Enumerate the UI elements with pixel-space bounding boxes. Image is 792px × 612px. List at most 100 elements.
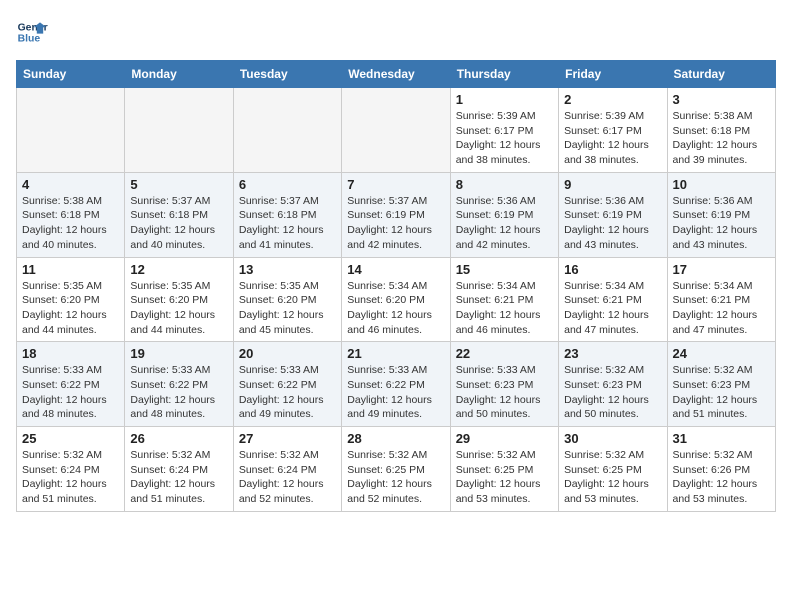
calendar-cell: 18Sunrise: 5:33 AM Sunset: 6:22 PM Dayli… xyxy=(17,342,125,427)
weekday-header-monday: Monday xyxy=(125,61,233,88)
day-info: Sunrise: 5:33 AM Sunset: 6:22 PM Dayligh… xyxy=(239,363,336,422)
calendar-cell: 25 Sunrise: 5:32 AM Sunset: 6:24 PM Dayli… xyxy=(17,427,125,512)
day-info: Sunrise: 5:35 AM Sunset: 6:20 PM Dayligh… xyxy=(22,279,119,338)
day-number: 23 xyxy=(564,346,661,361)
day-info: Sunrise: 5:39 AM Sunset: 6:17 PM Dayligh… xyxy=(564,109,661,168)
day-info: Sunrise: 5:32 AM Sunset: 6:24 PM Dayligh… xyxy=(130,448,227,507)
day-number: 11 xyxy=(22,262,119,277)
weekday-header-row: SundayMondayTuesdayWednesdayThursdayFrid… xyxy=(17,61,776,88)
weekday-header-saturday: Saturday xyxy=(667,61,775,88)
calendar-cell: 13 Sunrise: 5:35 AM Sunset: 6:20 PM Dayli… xyxy=(233,257,341,342)
weekday-header-friday: Friday xyxy=(559,61,667,88)
day-info: Sunrise: 5:33 AM Sunset: 6:23 PM Dayligh… xyxy=(456,363,553,422)
day-info: Sunrise: 5:32 AM Sunset: 6:23 PM Dayligh… xyxy=(673,363,770,422)
day-number: 3 xyxy=(673,92,770,107)
logo: General Blue xyxy=(16,16,48,48)
day-number: 2 xyxy=(564,92,661,107)
day-info: Sunrise: 5:35 AM Sunset: 6:20 PM Dayligh… xyxy=(130,279,227,338)
calendar-cell: 11 Sunrise: 5:35 AM Sunset: 6:20 PM Dayli… xyxy=(17,257,125,342)
day-info: Sunrise: 5:38 AM Sunset: 6:18 PM Dayligh… xyxy=(22,194,119,253)
day-info: Sunrise: 5:32 AM Sunset: 6:24 PM Dayligh… xyxy=(239,448,336,507)
day-info: Sunrise: 5:37 AM Sunset: 6:18 PM Dayligh… xyxy=(130,194,227,253)
calendar-week-4: 18 Sunrise: 5:33 AM Sunset: 6:22 PM Dayli… xyxy=(17,342,776,427)
day-number: 14 xyxy=(347,262,444,277)
day-info: Sunrise: 5:32 AM Sunset: 6:25 PM Dayligh… xyxy=(456,448,553,507)
calendar-cell xyxy=(17,88,125,173)
day-number: 25 xyxy=(22,431,119,446)
day-number: 8 xyxy=(456,177,553,192)
calendar-cell: 15 Sunrise: 5:34 AM Sunset: 6:21 PM Dayli… xyxy=(450,257,558,342)
day-number: 5 xyxy=(130,177,227,192)
calendar-cell: 24 Sunrise: 5:32 AM Sunset: 6:23 PM Dayli… xyxy=(667,342,775,427)
day-info: Sunrise: 5:38 AM Sunset: 6:18 PM Dayligh… xyxy=(673,109,770,168)
day-number: 30 xyxy=(564,431,661,446)
calendar-cell: 9 Sunrise: 5:36 AM Sunset: 6:19 PM Daylig… xyxy=(559,172,667,257)
calendar-cell xyxy=(125,88,233,173)
day-number: 17 xyxy=(673,262,770,277)
logo-icon: General Blue xyxy=(16,16,48,48)
calendar-cell: 12Sunrise: 5:35 AM Sunset: 6:20 PM Dayli… xyxy=(125,257,233,342)
calendar-cell: 10 Sunrise: 5:36 AM Sunset: 6:19 PM Dayli… xyxy=(667,172,775,257)
day-info: Sunrise: 5:34 AM Sunset: 6:21 PM Dayligh… xyxy=(564,279,661,338)
page-header: General Blue xyxy=(16,16,776,48)
day-info: Sunrise: 5:37 AM Sunset: 6:19 PM Dayligh… xyxy=(347,194,444,253)
day-info: Sunrise: 5:35 AM Sunset: 6:20 PM Dayligh… xyxy=(239,279,336,338)
calendar-cell: 19Sunrise: 5:33 AM Sunset: 6:22 PM Dayli… xyxy=(125,342,233,427)
calendar-cell: 26 Sunrise: 5:32 AM Sunset: 6:24 PM Dayli… xyxy=(125,427,233,512)
day-info: Sunrise: 5:36 AM Sunset: 6:19 PM Dayligh… xyxy=(673,194,770,253)
calendar-cell: 14 Sunrise: 5:34 AM Sunset: 6:20 PM Dayli… xyxy=(342,257,450,342)
day-info: Sunrise: 5:34 AM Sunset: 6:21 PM Dayligh… xyxy=(456,279,553,338)
calendar-cell: 8Sunrise: 5:36 AM Sunset: 6:19 PM Daylig… xyxy=(450,172,558,257)
calendar-week-2: 4 Sunrise: 5:38 AM Sunset: 6:18 PM Daylig… xyxy=(17,172,776,257)
calendar-cell: 21 Sunrise: 5:33 AM Sunset: 6:22 PM Dayli… xyxy=(342,342,450,427)
day-number: 6 xyxy=(239,177,336,192)
day-number: 13 xyxy=(239,262,336,277)
calendar-week-1: 1 Sunrise: 5:39 AM Sunset: 6:17 PM Daylig… xyxy=(17,88,776,173)
day-info: Sunrise: 5:36 AM Sunset: 6:19 PM Dayligh… xyxy=(564,194,661,253)
day-info: Sunrise: 5:32 AM Sunset: 6:25 PM Dayligh… xyxy=(564,448,661,507)
day-info: Sunrise: 5:34 AM Sunset: 6:20 PM Dayligh… xyxy=(347,279,444,338)
calendar-week-3: 11 Sunrise: 5:35 AM Sunset: 6:20 PM Dayli… xyxy=(17,257,776,342)
day-info: Sunrise: 5:32 AM Sunset: 6:26 PM Dayligh… xyxy=(673,448,770,507)
day-number: 15 xyxy=(456,262,553,277)
calendar-table: SundayMondayTuesdayWednesdayThursdayFrid… xyxy=(16,60,776,512)
day-info: Sunrise: 5:39 AM Sunset: 6:17 PM Dayligh… xyxy=(456,109,553,168)
calendar-cell: 22 Sunrise: 5:33 AM Sunset: 6:23 PM Dayli… xyxy=(450,342,558,427)
day-number: 18 xyxy=(22,346,119,361)
day-number: 24 xyxy=(673,346,770,361)
day-info: Sunrise: 5:32 AM Sunset: 6:23 PM Dayligh… xyxy=(564,363,661,422)
svg-text:General: General xyxy=(18,22,48,33)
day-number: 21 xyxy=(347,346,444,361)
calendar-cell: 23 Sunrise: 5:32 AM Sunset: 6:23 PM Dayli… xyxy=(559,342,667,427)
calendar-cell xyxy=(233,88,341,173)
day-number: 27 xyxy=(239,431,336,446)
calendar-cell: 6 Sunrise: 5:37 AM Sunset: 6:18 PM Daylig… xyxy=(233,172,341,257)
weekday-header-sunday: Sunday xyxy=(17,61,125,88)
day-number: 16 xyxy=(564,262,661,277)
day-number: 26 xyxy=(130,431,227,446)
calendar-cell: 28Sunrise: 5:32 AM Sunset: 6:25 PM Dayli… xyxy=(342,427,450,512)
calendar-cell: 16 Sunrise: 5:34 AM Sunset: 6:21 PM Dayli… xyxy=(559,257,667,342)
calendar-cell: 31Sunrise: 5:32 AM Sunset: 6:26 PM Dayli… xyxy=(667,427,775,512)
calendar-cell: 20Sunrise: 5:33 AM Sunset: 6:22 PM Dayli… xyxy=(233,342,341,427)
calendar-cell: 30 Sunrise: 5:32 AM Sunset: 6:25 PM Dayli… xyxy=(559,427,667,512)
calendar-cell: 17Sunrise: 5:34 AM Sunset: 6:21 PM Dayli… xyxy=(667,257,775,342)
day-number: 1 xyxy=(456,92,553,107)
day-number: 22 xyxy=(456,346,553,361)
calendar-cell: 5 Sunrise: 5:37 AM Sunset: 6:18 PM Daylig… xyxy=(125,172,233,257)
day-number: 10 xyxy=(673,177,770,192)
calendar-cell xyxy=(342,88,450,173)
day-number: 9 xyxy=(564,177,661,192)
day-number: 4 xyxy=(22,177,119,192)
day-number: 19 xyxy=(130,346,227,361)
day-info: Sunrise: 5:32 AM Sunset: 6:24 PM Dayligh… xyxy=(22,448,119,507)
calendar-cell: 2 Sunrise: 5:39 AM Sunset: 6:17 PM Daylig… xyxy=(559,88,667,173)
day-info: Sunrise: 5:33 AM Sunset: 6:22 PM Dayligh… xyxy=(347,363,444,422)
day-info: Sunrise: 5:37 AM Sunset: 6:18 PM Dayligh… xyxy=(239,194,336,253)
calendar-cell: 29 Sunrise: 5:32 AM Sunset: 6:25 PM Dayli… xyxy=(450,427,558,512)
calendar-cell: 1 Sunrise: 5:39 AM Sunset: 6:17 PM Daylig… xyxy=(450,88,558,173)
day-number: 29 xyxy=(456,431,553,446)
weekday-header-tuesday: Tuesday xyxy=(233,61,341,88)
day-number: 28 xyxy=(347,431,444,446)
calendar-week-5: 25 Sunrise: 5:32 AM Sunset: 6:24 PM Dayli… xyxy=(17,427,776,512)
